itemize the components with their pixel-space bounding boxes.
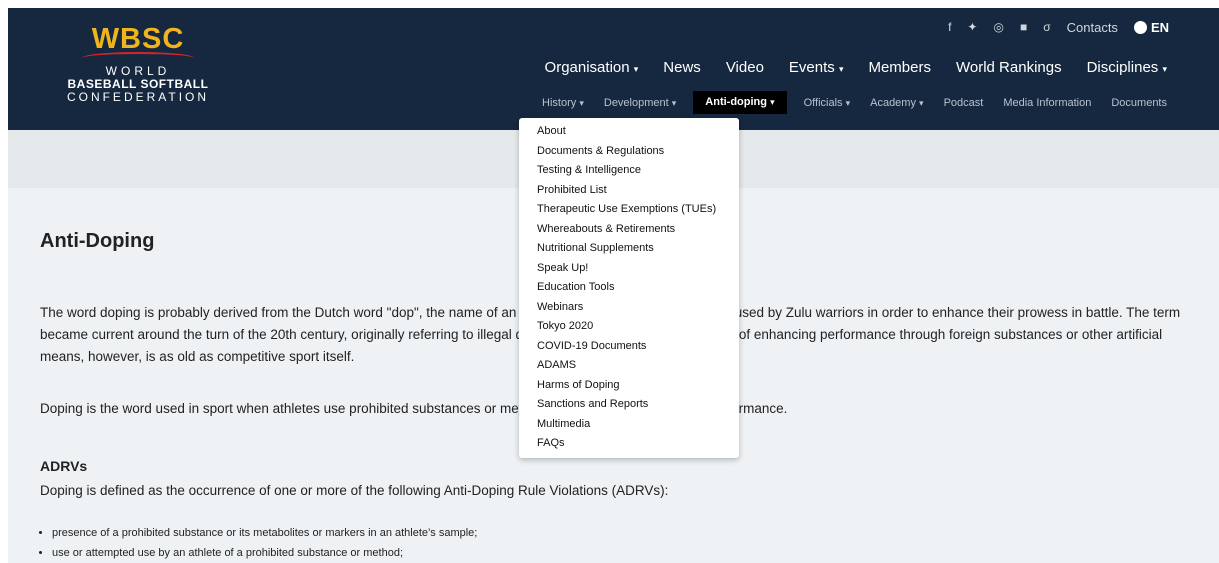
nav-video[interactable]: Video [726,59,764,76]
nav-world-rankings[interactable]: World Rankings [956,59,1062,76]
logo-line-confederation: CONFEDERATION [66,90,210,104]
subnav-anti-doping[interactable]: Anti-doping ▾ [693,91,787,114]
nav-news[interactable]: News [663,59,701,76]
menu-item-webinars[interactable]: Webinars [519,298,739,318]
twitter-icon[interactable]: ✦ [967,20,977,34]
page-frame: WBSC WORLD BASEBALL SOFTBALL CONFEDERATI… [8,8,1219,563]
page-title: Anti-Doping [40,230,155,252]
chevron-down-icon: ▾ [838,64,844,74]
facebook-icon[interactable]: f [948,20,951,34]
nav-organisation[interactable]: Organisation ▾ [545,59,639,76]
chevron-down-icon: ▾ [770,97,775,107]
subnav-podcast[interactable]: Podcast [944,97,984,109]
anti-doping-dropdown-menu: About Documents & Regulations Testing & … [519,118,739,458]
list-item: presence of a prohibited substance or it… [52,523,477,543]
menu-item-covid-documents[interactable]: COVID-19 Documents [519,337,739,357]
menu-item-testing-intelligence[interactable]: Testing & Intelligence [519,161,739,181]
chevron-down-icon: ▾ [1162,64,1167,74]
weibo-icon[interactable]: σ [1043,20,1050,34]
chevron-down-icon: ▾ [579,97,584,108]
menu-item-whereabouts-retirements[interactable]: Whereabouts & Retirements [519,220,739,240]
menu-item-nutritional-supplements[interactable]: Nutritional Supplements [519,239,739,259]
utility-bar: f ✦ ◎ ■ σ Contacts EN [948,18,1169,36]
subnav-label: Development [603,96,669,109]
menu-item-documents-regulations[interactable]: Documents & Regulations [519,142,739,162]
nav-label: Organisation [544,59,630,76]
language-selector[interactable]: EN [1133,19,1169,35]
subnav-media-information[interactable]: Media Information [1003,97,1091,109]
nav-label: Disciplines [1086,59,1159,76]
youtube-icon[interactable]: ■ [1020,20,1027,34]
main-nav: Organisation ▾ News Video Events ▾ Membe… [545,59,1167,76]
menu-item-about[interactable]: About [519,122,739,142]
wbsc-logo[interactable]: WBSC WORLD BASEBALL SOFTBALL CONFEDERATI… [58,20,218,110]
language-label: EN [1150,19,1169,35]
logo-wbsc-text: WBSC [91,23,185,55]
subnav-label: Anti-doping [705,96,767,108]
nav-disciplines[interactable]: Disciplines ▾ [1087,59,1167,76]
chevron-down-icon: ▾ [919,97,924,108]
subnav-history[interactable]: History ▾ [542,97,584,109]
subnav-label: Academy [870,96,916,109]
menu-item-sanctions-reports[interactable]: Sanctions and Reports [519,395,739,415]
nav-members[interactable]: Members [868,59,931,76]
nav-label: Events [788,59,835,76]
menu-item-multimedia[interactable]: Multimedia [519,415,739,435]
subnav-academy[interactable]: Academy ▾ [870,97,923,109]
list-item: use or attempted use by an athlete of a … [52,543,477,563]
subnav-documents[interactable]: Documents [1111,97,1167,109]
globe-icon [1133,20,1147,34]
chevron-down-icon: ▾ [845,97,851,108]
instagram-icon[interactable]: ◎ [993,20,1003,34]
subnav-officials[interactable]: Officials ▾ [804,97,851,109]
chevron-down-icon: ▾ [633,64,639,74]
subnav-development[interactable]: Development ▾ [604,97,676,109]
nav-events[interactable]: Events ▾ [789,59,844,76]
sub-nav: History ▾ Development ▾ Anti-doping ▾ Of… [542,91,1167,114]
menu-item-harms-of-doping[interactable]: Harms of Doping [519,376,739,396]
adrv-intro-paragraph: Doping is defined as the occurrence of o… [40,483,669,498]
menu-item-tues[interactable]: Therapeutic Use Exemptions (TUEs) [519,200,739,220]
section-title-adrvs: ADRVs [40,458,88,474]
menu-item-education-tools[interactable]: Education Tools [519,278,739,298]
menu-item-prohibited-list[interactable]: Prohibited List [519,181,739,201]
subnav-label: Officials [803,96,843,109]
chevron-down-icon: ▾ [671,97,677,108]
subnav-label: History [542,96,577,109]
site-header: WBSC WORLD BASEBALL SOFTBALL CONFEDERATI… [8,8,1219,130]
adrv-list: presence of a prohibited substance or it… [40,523,477,563]
menu-item-adams[interactable]: ADAMS [519,356,739,376]
menu-item-faqs[interactable]: FAQs [519,434,739,454]
menu-item-tokyo-2020[interactable]: Tokyo 2020 [519,317,739,337]
contacts-link[interactable]: Contacts [1067,20,1118,35]
menu-item-speak-up[interactable]: Speak Up! [519,259,739,279]
